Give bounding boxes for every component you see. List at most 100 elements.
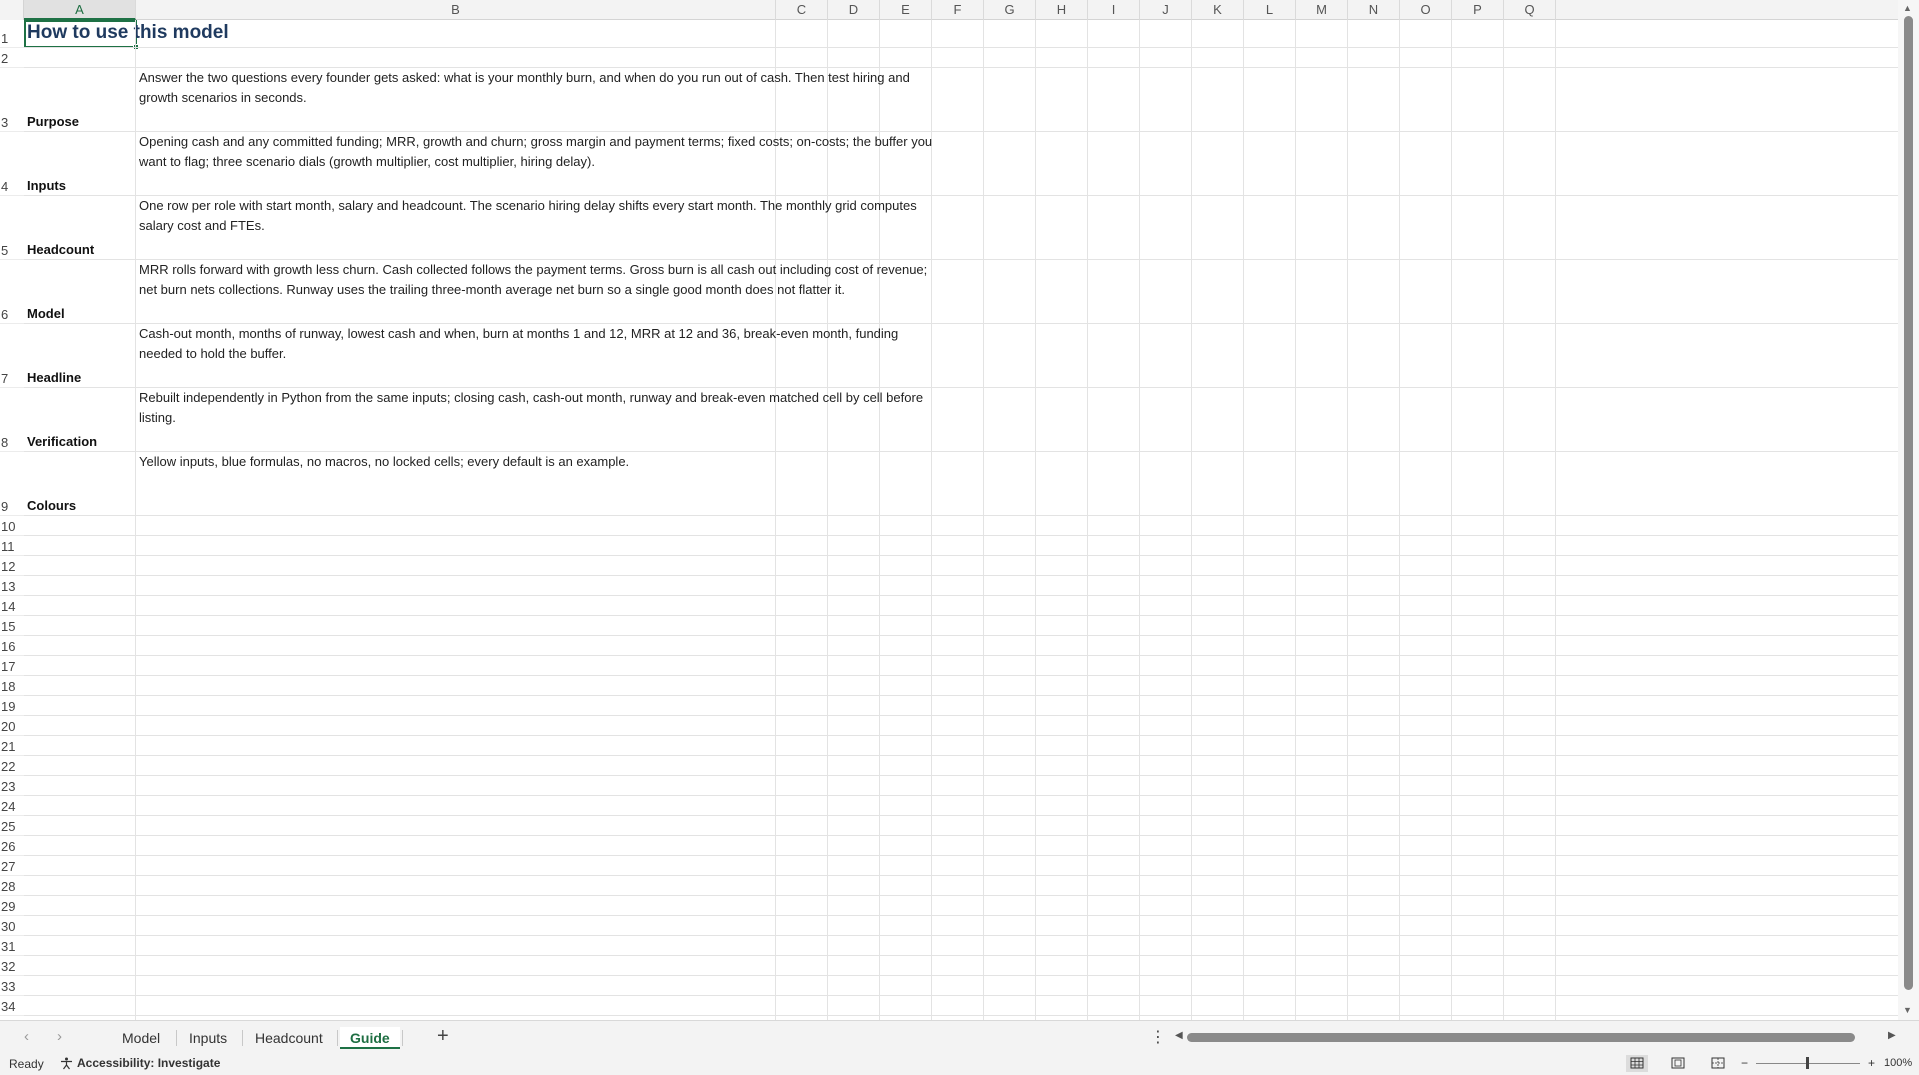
section-description[interactable]: Cash-out month, months of runway, lowest…: [139, 324, 945, 364]
row-header-27[interactable]: 27: [0, 856, 24, 876]
row-header-10[interactable]: 10: [0, 516, 24, 536]
row-header-14[interactable]: 14: [0, 596, 24, 616]
section-description[interactable]: MRR rolls forward with growth less churn…: [139, 260, 945, 300]
section-description[interactable]: Yellow inputs, blue formulas, no macros,…: [139, 452, 945, 472]
row-header-15[interactable]: 15: [0, 616, 24, 636]
scroll-right-icon[interactable]: ▶: [1888, 1030, 1896, 1041]
grid-row-line: [24, 47, 1898, 48]
vertical-scrollbar[interactable]: ▲ ▼: [1898, 0, 1919, 1020]
section-label[interactable]: Inputs: [27, 178, 66, 193]
row-header-26[interactable]: 26: [0, 836, 24, 856]
zoom-level[interactable]: 100%: [1884, 1057, 1912, 1069]
row-header-19[interactable]: 19: [0, 696, 24, 716]
grid-row-line: [24, 675, 1898, 676]
row-header-4[interactable]: 4: [0, 132, 24, 196]
column-header-a[interactable]: A: [24, 0, 136, 20]
cell-a1-title[interactable]: How to use this model: [27, 22, 229, 44]
column-header-q[interactable]: Q: [1504, 0, 1556, 20]
sheet-tab-headcount[interactable]: Headcount: [245, 1027, 333, 1049]
zoom-slider[interactable]: [1756, 1056, 1861, 1069]
section-description[interactable]: Answer the two questions every founder g…: [139, 68, 945, 108]
row-header-13[interactable]: 13: [0, 576, 24, 596]
cell-grid[interactable]: How to use this model Purpose Answer the …: [24, 20, 1898, 1020]
page-break-view-button[interactable]: [1707, 1055, 1729, 1072]
section-label[interactable]: Colours: [27, 498, 76, 513]
section-label[interactable]: Model: [27, 306, 65, 321]
sheet-tab-inputs[interactable]: Inputs: [179, 1027, 237, 1049]
grid-column-line: [1503, 20, 1504, 1020]
prev-sheet-icon[interactable]: ‹: [24, 1028, 29, 1045]
accessibility-check[interactable]: Accessibility: Investigate: [60, 1056, 220, 1070]
column-header-e[interactable]: E: [880, 0, 932, 20]
row-header-23[interactable]: 23: [0, 776, 24, 796]
row-header-8[interactable]: 8: [0, 388, 24, 452]
row-header-21[interactable]: 21: [0, 736, 24, 756]
section-label[interactable]: Verification: [27, 434, 97, 449]
scroll-left-icon[interactable]: ◀: [1175, 1030, 1183, 1041]
column-header-i[interactable]: I: [1088, 0, 1140, 20]
zoom-control[interactable]: − +: [1741, 1056, 1875, 1070]
grid-row-line: [24, 515, 1898, 516]
column-header-n[interactable]: N: [1348, 0, 1400, 20]
column-header-c[interactable]: C: [776, 0, 828, 20]
row-header-6[interactable]: 6: [0, 260, 24, 324]
next-sheet-icon[interactable]: ›: [57, 1028, 62, 1045]
row-header-28[interactable]: 28: [0, 876, 24, 896]
row-header-32[interactable]: 32: [0, 956, 24, 976]
row-header-31[interactable]: 31: [0, 936, 24, 956]
normal-view-button[interactable]: [1626, 1055, 1648, 1072]
section-label[interactable]: Headcount: [27, 242, 94, 257]
horizontal-scrollbar[interactable]: ◀ ▶: [1172, 1030, 1902, 1043]
vertical-scroll-thumb[interactable]: [1904, 16, 1913, 990]
section-description[interactable]: Opening cash and any committed funding; …: [139, 132, 945, 172]
column-header-p[interactable]: P: [1452, 0, 1504, 20]
row-header-22[interactable]: 22: [0, 756, 24, 776]
column-header-f[interactable]: F: [932, 0, 984, 20]
row-header-24[interactable]: 24: [0, 796, 24, 816]
column-header-j[interactable]: J: [1140, 0, 1192, 20]
select-all-corner[interactable]: [0, 0, 24, 20]
add-sheet-icon[interactable]: +: [437, 1025, 449, 1048]
column-header-g[interactable]: G: [984, 0, 1036, 20]
sheet-tab-guide[interactable]: Guide: [340, 1027, 400, 1049]
row-header-33[interactable]: 33: [0, 976, 24, 996]
page-layout-view-button[interactable]: [1667, 1055, 1689, 1072]
row-header-11[interactable]: 11: [0, 536, 24, 556]
row-header-3[interactable]: 3: [0, 68, 24, 132]
row-header-5[interactable]: 5: [0, 196, 24, 260]
column-header-h[interactable]: H: [1036, 0, 1088, 20]
worksheet[interactable]: ABCDEFGHIJKLMNOPQ 1 2 3 4 5 6 7 8 9 10 11 12 13 14 15 1…: [0, 0, 1898, 1020]
row-header-18[interactable]: 18: [0, 676, 24, 696]
row-header-34[interactable]: 34: [0, 996, 24, 1016]
row-header-17[interactable]: 17: [0, 656, 24, 676]
zoom-slider-thumb[interactable]: [1806, 1056, 1810, 1069]
row-header-1[interactable]: 1: [0, 20, 24, 48]
more-options-icon[interactable]: ⋮: [1150, 1027, 1166, 1047]
section-label[interactable]: Headline: [27, 370, 81, 385]
row-header-2[interactable]: 2: [0, 48, 24, 68]
column-header-d[interactable]: D: [828, 0, 880, 20]
zoom-in-icon[interactable]: +: [1868, 1056, 1875, 1070]
column-header-k[interactable]: K: [1192, 0, 1244, 20]
column-header-o[interactable]: O: [1400, 0, 1452, 20]
sheet-tab-model[interactable]: Model: [112, 1027, 170, 1049]
section-description[interactable]: One row per role with start month, salar…: [139, 196, 945, 236]
row-header-12[interactable]: 12: [0, 556, 24, 576]
section-description[interactable]: Rebuilt independently in Python from the…: [139, 388, 945, 428]
row-header-20[interactable]: 20: [0, 716, 24, 736]
scroll-up-icon[interactable]: ▲: [1903, 3, 1912, 13]
horizontal-scroll-thumb[interactable]: [1187, 1033, 1855, 1042]
row-header-30[interactable]: 30: [0, 916, 24, 936]
zoom-out-icon[interactable]: −: [1741, 1056, 1748, 1070]
column-header-m[interactable]: M: [1296, 0, 1348, 20]
row-header-16[interactable]: 16: [0, 636, 24, 656]
section-label[interactable]: Purpose: [27, 114, 79, 129]
scroll-down-icon[interactable]: ▼: [1903, 1005, 1912, 1015]
row-header-7[interactable]: 7: [0, 324, 24, 388]
row-header-9[interactable]: 9: [0, 452, 24, 516]
column-header-l[interactable]: L: [1244, 0, 1296, 20]
grid-column-line: [1451, 20, 1452, 1020]
row-header-29[interactable]: 29: [0, 896, 24, 916]
column-header-b[interactable]: B: [136, 0, 776, 20]
row-header-25[interactable]: 25: [0, 816, 24, 836]
